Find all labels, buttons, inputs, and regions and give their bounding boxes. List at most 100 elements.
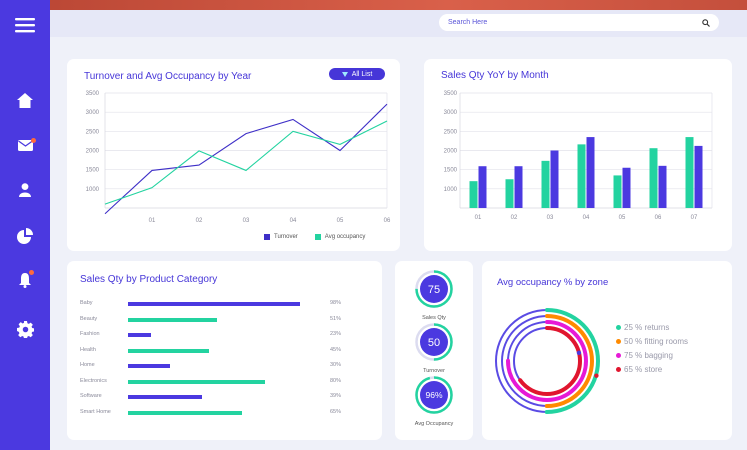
home-icon[interactable] [0, 88, 50, 112]
bar [514, 166, 523, 208]
search-box[interactable]: Search Here [439, 14, 719, 31]
x-tick-label: 06 [655, 215, 662, 221]
category-bar [128, 348, 209, 353]
category-bar [128, 302, 300, 306]
zone-occupancy-card: Avg occupancy % by zone 25 % returns 50 %… [482, 261, 732, 440]
category-label: Software [80, 393, 102, 399]
y-tick-label: 1000 [444, 187, 458, 193]
x-tick-label: 03 [243, 218, 250, 224]
zone-legend-dot [616, 339, 621, 344]
category-label: Baby [80, 300, 93, 306]
gauge-ring: 75 [415, 270, 453, 308]
category-label: Home [80, 362, 95, 368]
bar [685, 137, 694, 208]
zone-legend-label: 50 % fitting rooms [624, 337, 689, 346]
category-percent: 80% [330, 377, 342, 384]
legend-label-avg-occupancy: Avg occupancy [324, 234, 366, 240]
y-tick-label: 3000 [444, 110, 458, 116]
category-bar [128, 410, 242, 415]
bell-icon[interactable] [0, 268, 50, 292]
card-title: Sales Qty YoY by Month [441, 70, 549, 81]
bar [577, 144, 586, 208]
zone-legend-item: 65 % store [616, 365, 662, 374]
kpi-gauge: 50 Turnover [395, 322, 473, 374]
gauge-ring: 50 [415, 323, 453, 361]
y-tick-label: 1500 [444, 168, 458, 174]
main-content: Search Here Turnover and Avg Occupancy b… [50, 10, 747, 450]
gauge-value: 50 [428, 337, 440, 349]
category-label: Health [80, 346, 96, 353]
bell-notification-dot [29, 270, 34, 275]
bar [649, 148, 658, 208]
search-icon[interactable] [702, 18, 710, 27]
gauge-label: Turnover [423, 368, 445, 374]
bar [541, 160, 550, 208]
y-tick-label: 2500 [444, 129, 458, 135]
category-label: Electronics [80, 377, 107, 384]
category-bar [128, 317, 218, 322]
series-line-turnover [104, 103, 388, 215]
turnover-occupancy-card: Turnover and Avg Occupancy by Year All L… [67, 59, 400, 251]
kpi-gauges-card: 75 Sales Qty 50 Turnover 96% Avg Occupancy [395, 261, 473, 440]
sales-yoy-bar-chart: 1000 1500 2000 2500 3000 3500 01 02 03 04 05 06 07 [444, 91, 713, 221]
all-list-dropdown[interactable]: All List [329, 68, 385, 80]
gauge-label: Sales Qty [422, 315, 446, 321]
y-tick-label: 3500 [86, 91, 100, 97]
legend-swatch-turnover [264, 234, 270, 240]
user-icon[interactable] [0, 178, 50, 202]
category-percent: 39% [330, 393, 342, 399]
gauge-value: 96% [425, 390, 442, 400]
category-bar [128, 333, 151, 337]
category-percent: 45% [330, 346, 342, 353]
x-tick-label: 04 [290, 218, 297, 224]
zone-legend-dot [616, 353, 621, 358]
category-label: Smart Home [80, 408, 111, 415]
gauge-ring: 96% [415, 376, 453, 414]
zone-legend-dot [616, 367, 621, 372]
settings-icon[interactable] [0, 317, 50, 341]
zone-legend-item: 75 % bagging [616, 351, 673, 360]
x-tick-label: 05 [337, 218, 344, 224]
y-tick-label: 3000 [86, 110, 100, 116]
card-title: Avg occupancy % by zone [497, 277, 609, 288]
header-background [0, 0, 747, 10]
caret-down-icon [341, 71, 348, 77]
x-tick-label: 04 [583, 215, 590, 221]
bar [478, 166, 487, 208]
chart-legend: Turnover Avg occupancy [264, 234, 365, 240]
gauge-label: Avg Occupancy [414, 421, 454, 427]
card-title: Turnover and Avg Occupancy by Year [84, 71, 252, 82]
y-tick-label: 1500 [86, 168, 100, 174]
x-tick-label: 03 [547, 215, 554, 221]
category-bar [128, 364, 170, 368]
y-tick-label: 2000 [444, 149, 458, 155]
bar [550, 150, 559, 208]
category-bar [128, 395, 202, 399]
pie-chart-icon[interactable] [0, 224, 50, 248]
top-bar: Search Here [50, 10, 747, 37]
zone-legend-item: 25 % returns [616, 323, 669, 332]
zone-legend-label: 25 % returns [624, 323, 670, 332]
mail-icon[interactable] [0, 133, 50, 157]
x-tick-label: 05 [619, 215, 626, 221]
zone-legend-label: 75 % bagging [624, 351, 673, 360]
category-percent: 23% [330, 331, 342, 337]
bar [505, 179, 514, 208]
bar [622, 167, 631, 208]
bar [613, 175, 622, 208]
turnover-line-chart: 1000 1500 2000 2500 3000 3500 01 02 03 04 05 06 [86, 91, 391, 224]
product-category-card: Sales Qty by Product Category Baby 98% Bea… [67, 261, 382, 440]
legend-swatch-avg-occupancy [314, 234, 321, 240]
x-tick-label: 01 [149, 218, 156, 224]
category-label: Beauty [80, 315, 98, 322]
category-percent: 98% [330, 300, 342, 306]
zone-legend-dot [616, 325, 621, 330]
card-title: Sales Qty by Product Category [80, 274, 218, 285]
kpi-gauge: 75 Sales Qty [395, 269, 473, 321]
search-input[interactable]: Search Here [448, 19, 702, 26]
kpi-gauge: 96% Avg Occupancy [395, 375, 473, 427]
menu-icon[interactable] [0, 13, 50, 37]
x-tick-label: 06 [384, 218, 391, 224]
zone-radial-chart [494, 308, 600, 414]
x-tick-label: 02 [511, 215, 518, 221]
